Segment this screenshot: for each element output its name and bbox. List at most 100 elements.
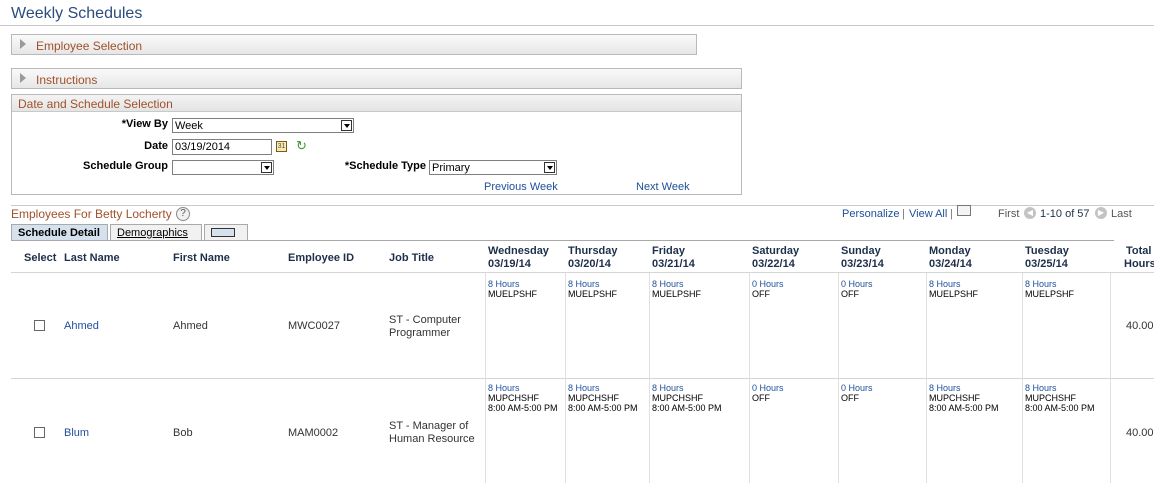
previous-page-icon[interactable]: ◀: [1024, 207, 1036, 219]
column-line: [1022, 273, 1023, 483]
total-hours-cell: 40.00: [1126, 320, 1154, 332]
col-total: Total: [1126, 245, 1152, 257]
column-line: [838, 273, 839, 483]
day-hours-link[interactable]: 8 Hours: [568, 279, 600, 289]
job-title-line2: Programmer: [389, 327, 451, 339]
day-hours-link[interactable]: 8 Hours: [488, 279, 520, 289]
shift-code: MUPCHSHF: [488, 393, 539, 403]
col-first-name: First Name: [173, 252, 230, 264]
col-select: Select: [24, 252, 57, 264]
day-hours-link[interactable]: 0 Hours: [752, 279, 784, 289]
last-label[interactable]: Last: [1111, 208, 1132, 220]
col-employee-id: Employee ID: [288, 252, 355, 264]
day-hours-link[interactable]: 8 Hours: [568, 383, 600, 393]
dropdown-arrow-icon[interactable]: [341, 120, 352, 131]
next-page-icon[interactable]: ▶: [1095, 207, 1107, 219]
previous-week-link[interactable]: Previous Week: [484, 181, 558, 193]
day-hours-link[interactable]: 8 Hours: [488, 383, 520, 393]
row-select-checkbox[interactable]: [34, 427, 45, 438]
col-day-header: Friday: [652, 245, 686, 257]
col-day-date: 03/20/14: [568, 258, 611, 270]
day-hours-link[interactable]: 8 Hours: [1025, 279, 1057, 289]
shift-code: MUELPSHF: [652, 289, 702, 299]
page-title: Weekly Schedules: [11, 5, 143, 22]
first-label[interactable]: First: [998, 208, 1019, 220]
day-hours-link[interactable]: 0 Hours: [841, 279, 873, 289]
column-line: [1110, 273, 1111, 483]
day-hours-link[interactable]: 8 Hours: [929, 383, 961, 393]
column-line: [565, 273, 566, 483]
day-hours-link[interactable]: 0 Hours: [752, 383, 784, 393]
next-week-link[interactable]: Next Week: [636, 181, 690, 193]
shift-time: 8:00 AM-5:00 PM: [929, 403, 999, 413]
shift-code: MUELPSHF: [488, 289, 538, 299]
dropdown-arrow-icon[interactable]: [544, 162, 555, 173]
col-day-header: Saturday: [752, 245, 800, 257]
refresh-icon[interactable]: ↻: [296, 138, 307, 154]
column-line: [749, 273, 750, 483]
shift-time: 8:00 AM-5:00 PM: [488, 403, 558, 413]
view-all-link[interactable]: View All: [909, 208, 947, 220]
help-icon[interactable]: ?: [176, 207, 190, 221]
col-job-title: Job Title: [389, 252, 435, 264]
show-all-columns-icon: [211, 228, 235, 237]
employee-last-name-link[interactable]: Blum: [64, 427, 89, 439]
personalize-link[interactable]: Personalize: [842, 208, 899, 220]
zoom-grid-icon[interactable]: [957, 205, 971, 216]
row-select-checkbox[interactable]: [34, 320, 45, 331]
col-day-header: Wednesday: [488, 245, 549, 257]
tab-schedule-detail[interactable]: Schedule Detail: [11, 224, 108, 241]
schedule-group-select[interactable]: [172, 160, 274, 175]
col-day-date: 03/19/14: [488, 258, 531, 270]
shift-code: MUELPSHF: [568, 289, 618, 299]
date-label: Date: [144, 140, 168, 152]
col-day-date: 03/25/14: [1025, 258, 1068, 270]
view-by-select[interactable]: Week: [172, 118, 354, 133]
col-total-hours: Hours: [1124, 258, 1154, 270]
job-title-line1: ST - Computer: [389, 314, 461, 326]
row-separator: [11, 378, 1154, 379]
first-name-cell: Ahmed: [173, 320, 208, 332]
date-input[interactable]: 03/19/2014: [172, 139, 272, 155]
employee-id-cell: MAM0002: [288, 427, 339, 439]
instructions-section[interactable]: Instructions: [11, 68, 742, 89]
separator: |: [950, 208, 953, 220]
show-all-columns-tab[interactable]: [204, 224, 248, 241]
day-hours-link[interactable]: 8 Hours: [652, 383, 684, 393]
job-title-line1: ST - Manager of: [389, 420, 469, 432]
col-day-header: Monday: [929, 245, 971, 257]
col-day-date: 03/23/14: [841, 258, 884, 270]
view-by-value: Week: [175, 120, 203, 132]
employee-selection-section[interactable]: Employee Selection: [11, 34, 697, 55]
column-line: [485, 273, 486, 483]
employee-last-name-link[interactable]: Ahmed: [64, 320, 99, 332]
shift-time: 8:00 AM-5:00 PM: [568, 403, 638, 413]
total-hours-cell: 40.00: [1126, 427, 1154, 439]
shift-code: MUELPSHF: [1025, 289, 1075, 299]
grid-title: Employees For Betty Locherty: [11, 207, 172, 221]
schedule-type-value: Primary: [432, 162, 470, 174]
day-hours-link[interactable]: 8 Hours: [1025, 383, 1057, 393]
expand-triangle-icon[interactable]: [20, 39, 26, 49]
column-line: [649, 273, 650, 483]
shift-code: OFF: [752, 289, 770, 299]
day-hours-link[interactable]: 8 Hours: [929, 279, 961, 289]
shift-code: OFF: [841, 393, 859, 403]
day-hours-link[interactable]: 8 Hours: [652, 279, 684, 289]
shift-code: MUPCHSHF: [568, 393, 619, 403]
col-day-header: Sunday: [841, 245, 881, 257]
expand-triangle-icon[interactable]: [20, 73, 26, 83]
separator: |: [902, 208, 905, 220]
day-hours-link[interactable]: 0 Hours: [841, 383, 873, 393]
col-last-name: Last Name: [64, 252, 120, 264]
schedule-group-label: Schedule Group: [83, 160, 168, 172]
dropdown-arrow-icon[interactable]: [261, 162, 272, 173]
shift-code: OFF: [752, 393, 770, 403]
tab-demographics[interactable]: Demographics: [110, 224, 202, 241]
calendar-icon[interactable]: 31: [276, 141, 287, 152]
schedule-type-select[interactable]: Primary: [429, 160, 557, 175]
schedule-type-label: *Schedule Type: [344, 160, 426, 172]
column-line: [926, 273, 927, 483]
instructions-label: Instructions: [36, 73, 98, 87]
col-day-date: 03/22/14: [752, 258, 795, 270]
